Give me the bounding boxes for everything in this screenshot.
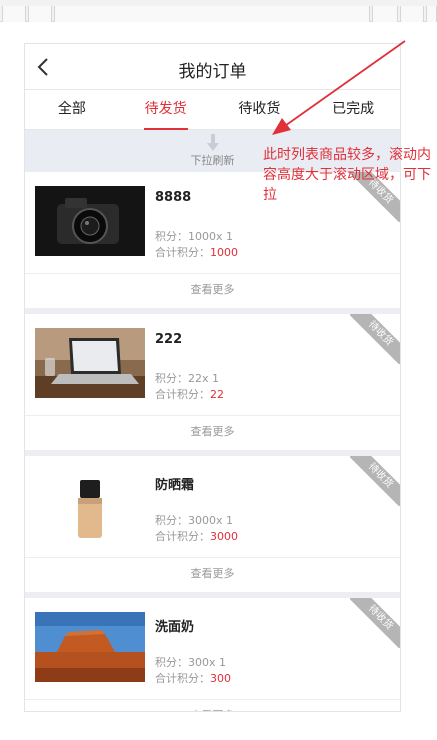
annotation-arrow: [272, 40, 406, 135]
annotation-note: 此时列表商品较多，滚动内容高度大于滚动区域，可下拉: [263, 147, 431, 203]
